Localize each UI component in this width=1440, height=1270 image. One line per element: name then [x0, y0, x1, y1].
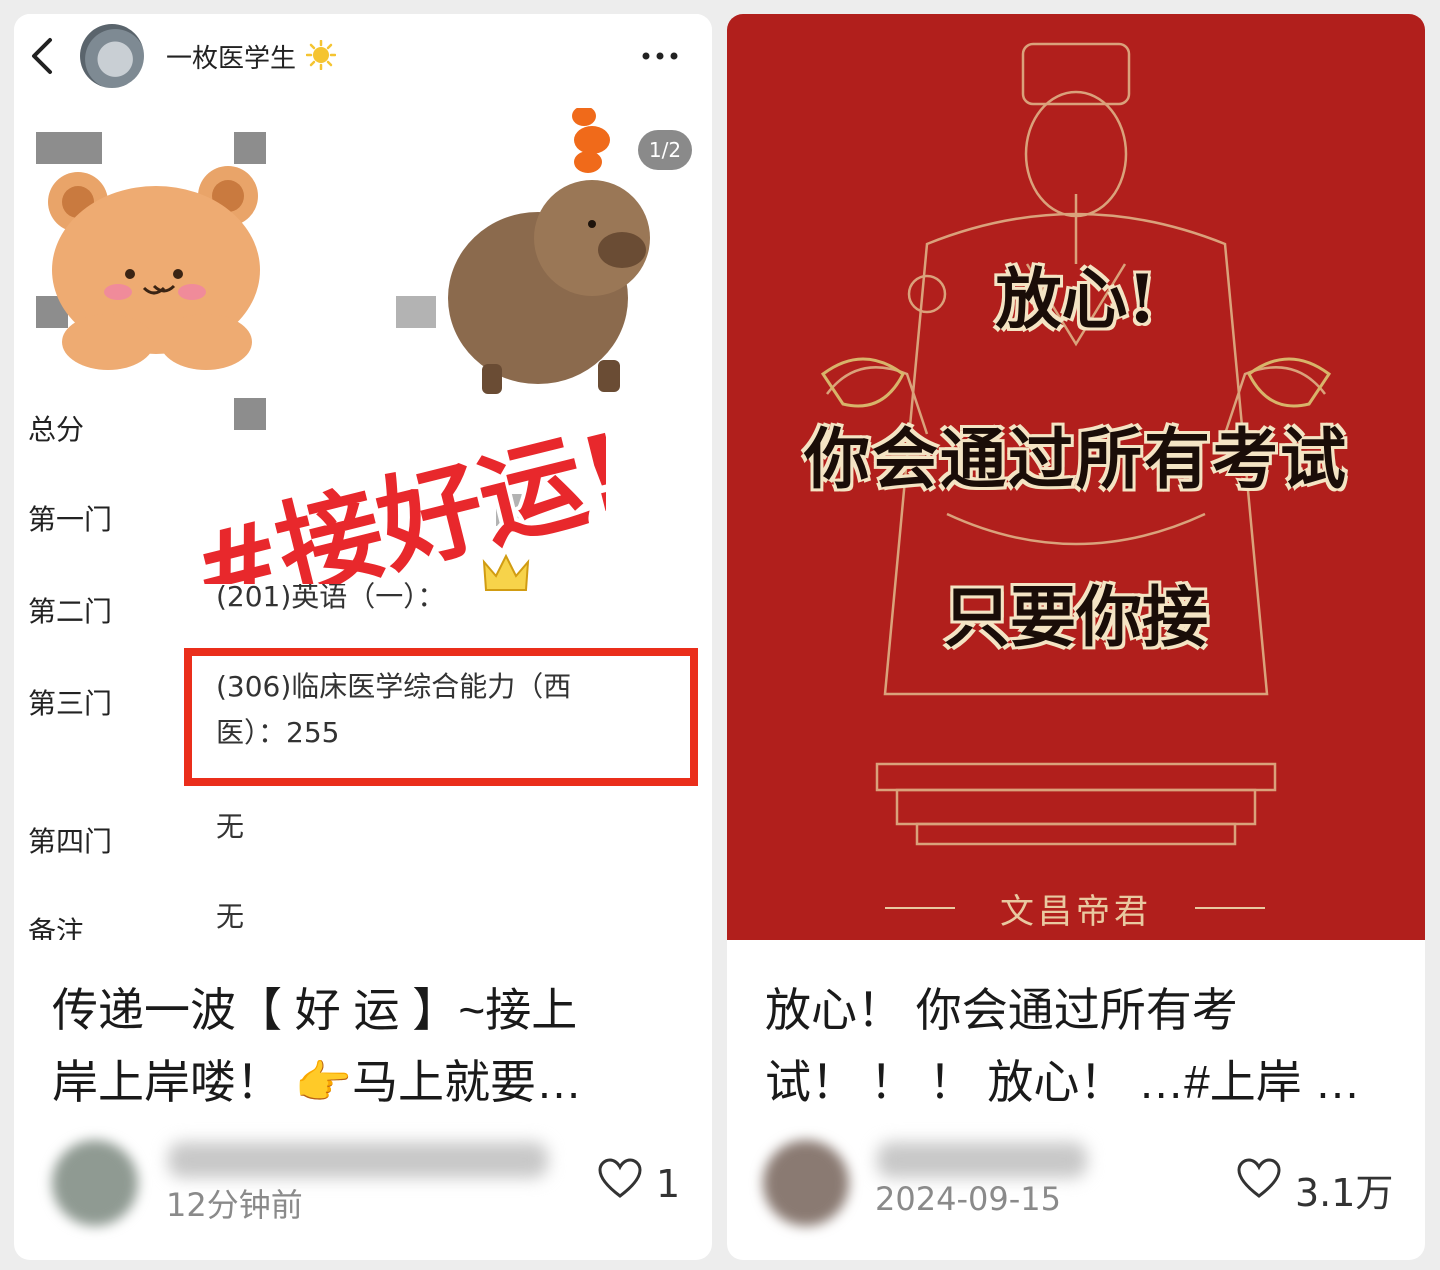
row-label-total: 总分: [28, 413, 85, 446]
poster-line-2: 你会通过所有考试: [804, 420, 1348, 498]
blurred-username: [877, 1142, 1087, 1178]
more-icon: [642, 52, 678, 60]
good-luck-sticker: #接好运!: [177, 414, 606, 584]
heart-icon[interactable]: [1237, 1158, 1281, 1200]
row-value-remark: 无: [216, 900, 245, 933]
post-image-left[interactable]: 一枚医学生 1/2 总分 第一门 第二门 (201)英语（一）： 第三门 (30…: [14, 14, 712, 940]
post-time: 12分钟前: [166, 1186, 303, 1224]
row-label-subject-2: 第二门: [28, 595, 113, 628]
good-luck-sticker-text: #接好运!: [181, 414, 606, 584]
screenshot-topbar: 一枚医学生: [14, 14, 712, 100]
post-caption-left[interactable]: 传递一波【 好 运 】~接上 岸上岸喽！ 👉马上就要…: [52, 974, 672, 1118]
post-card-right[interactable]: 放心! 你会通过所有考试 只要你接 文昌帝君 放心！ 你会通过所有考 试！ ！ …: [727, 14, 1425, 1260]
like-count: 3.1万: [1295, 1171, 1394, 1215]
post-image-right[interactable]: 放心! 你会通过所有考试 只要你接 文昌帝君: [727, 14, 1425, 940]
post-card-left[interactable]: 一枚医学生 1/2 总分 第一门 第二门 (201)英语（一）： 第三门 (30…: [14, 14, 712, 1260]
row-label-remark: 备注: [28, 915, 85, 940]
back-icon: [32, 38, 52, 74]
capybara-sticker: [448, 108, 650, 394]
caption-line-1: 传递一波【 好 运 】~接上: [52, 984, 578, 1036]
heart-icon[interactable]: [598, 1158, 642, 1200]
row-label-subject-3: 第三门: [28, 687, 113, 720]
sun-icon: [306, 40, 336, 70]
avatar[interactable]: [52, 1140, 138, 1226]
row-value-subject-4: 无: [216, 810, 245, 843]
blurred-username: [168, 1142, 548, 1178]
caption-line-1: 放心！ 你会通过所有考: [765, 984, 1238, 1036]
avatar: [80, 24, 144, 88]
poster-line-1: 放心!: [995, 260, 1157, 338]
avatar[interactable]: [763, 1140, 849, 1226]
poster-signature: 文昌帝君: [1000, 892, 1152, 932]
mosaic-block: [36, 132, 102, 164]
row-label-subject-4: 第四门: [28, 825, 113, 858]
highlight-box: [184, 648, 698, 786]
caption-line-2: 试！ ！ ！ 放心！ …#上岸 …: [765, 1056, 1361, 1108]
mosaic-block: [234, 132, 266, 164]
post-caption-right[interactable]: 放心！ 你会通过所有考 试！ ！ ！ 放心！ …#上岸 …: [765, 974, 1385, 1118]
post-time: 2024-09-15: [875, 1180, 1061, 1218]
caption-line-2: 岸上岸喽！ 👉马上就要…: [52, 1056, 583, 1108]
row-label-subject-1: 第一门: [28, 503, 113, 536]
author-name: 一枚医学生: [166, 44, 297, 74]
bear-sticker: [48, 166, 260, 370]
poster-line-3: 只要你接: [944, 578, 1208, 656]
like-count: 1: [656, 1162, 681, 1206]
mosaic-block: [396, 296, 436, 328]
